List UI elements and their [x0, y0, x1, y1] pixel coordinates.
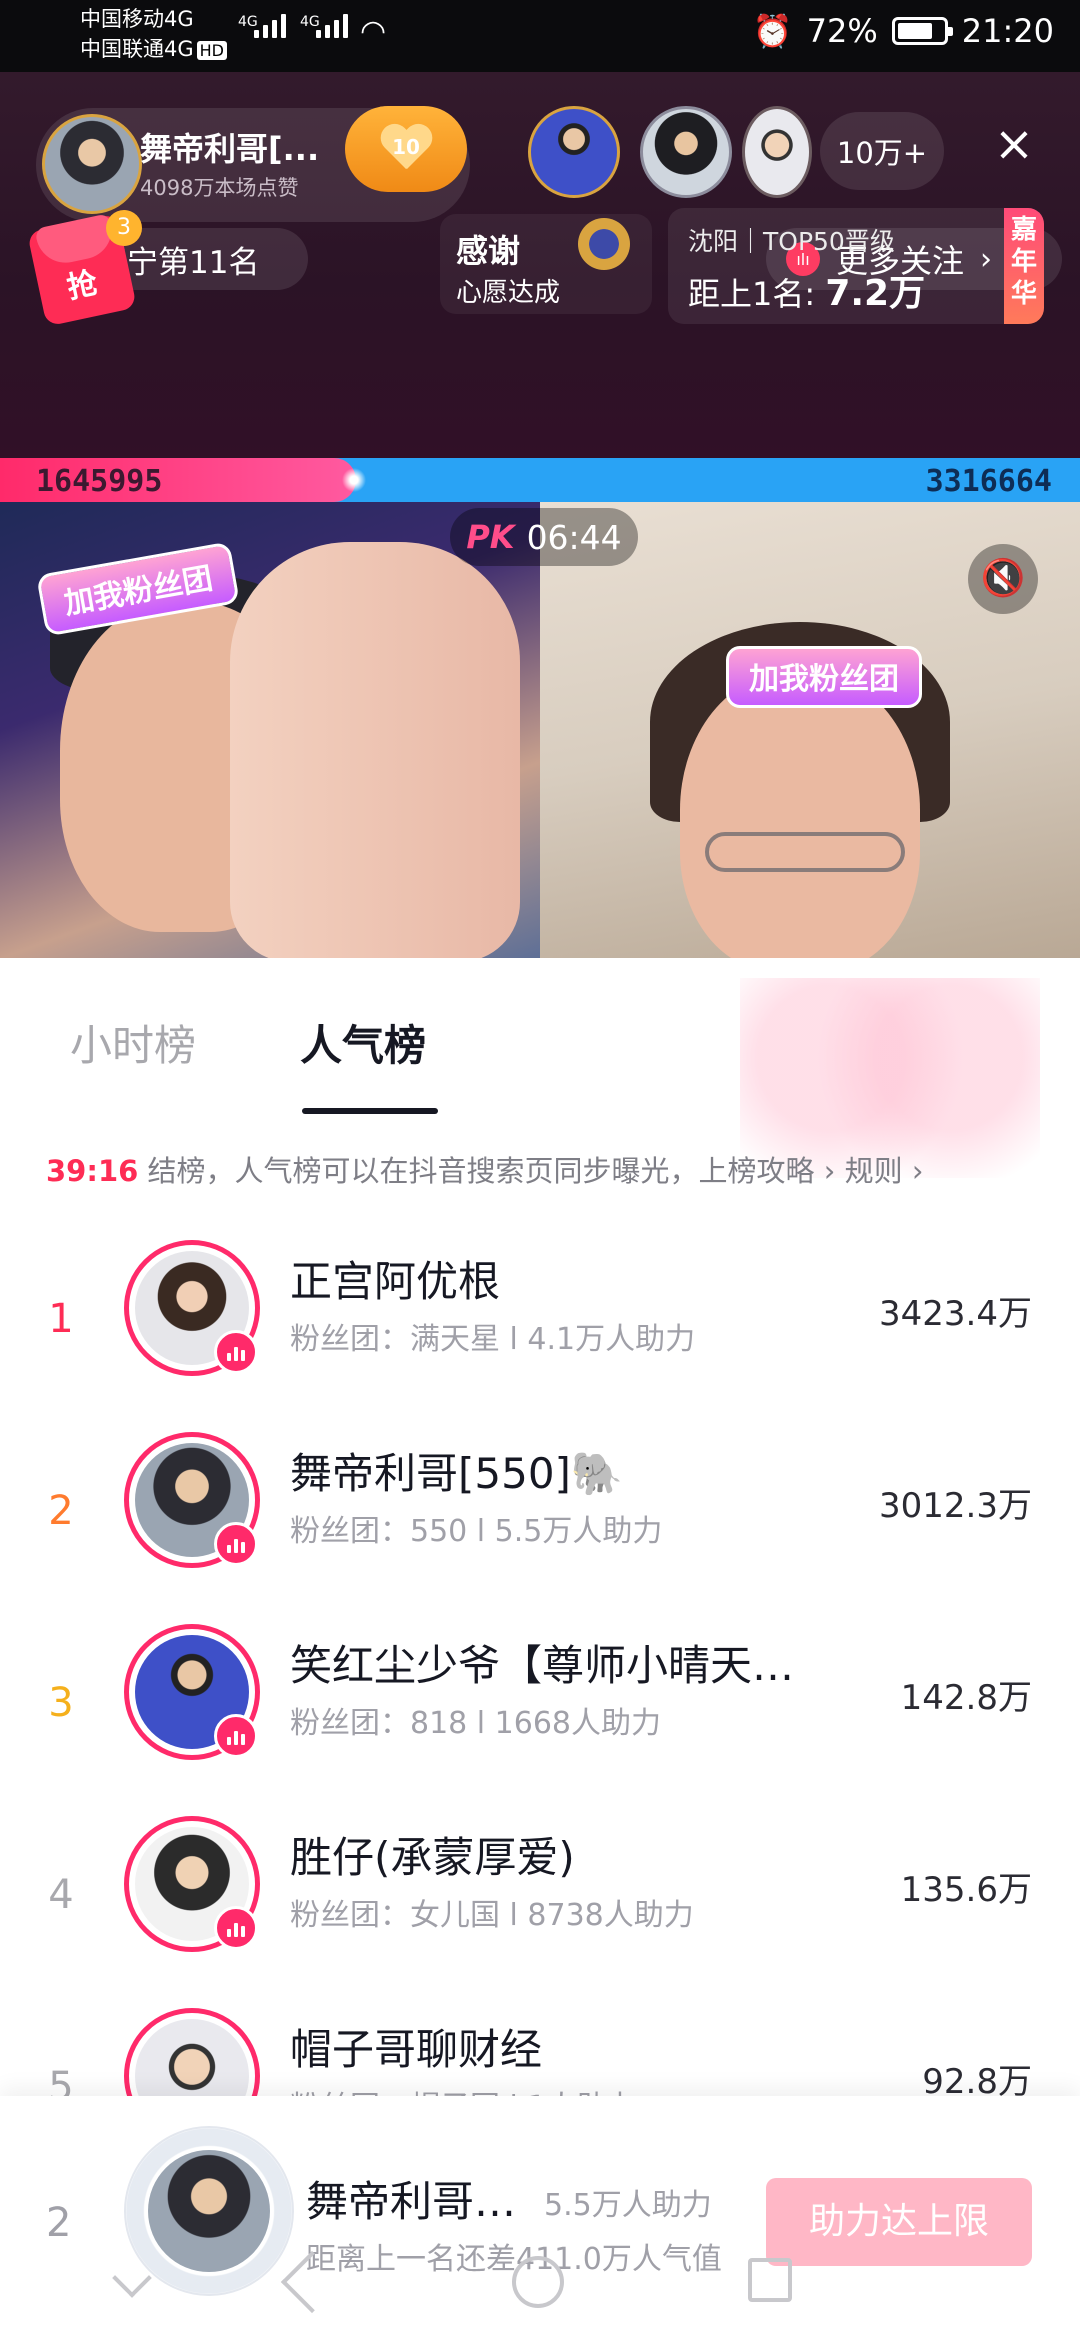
pk-score-bar: 1645995 3316664 — [0, 458, 1080, 502]
host-likes: 4098万本场点赞 — [140, 176, 299, 200]
close-icon[interactable]: × — [990, 120, 1038, 168]
live-bars-icon — [214, 1906, 258, 1950]
rank-number: 3 — [48, 1680, 74, 1726]
list-item[interactable]: 1 正宫阿优根 粉丝团：满天星 l 4.1万人助力 3423.4万 — [0, 1240, 1080, 1430]
popularity-score: 3012.3万 — [879, 1486, 1032, 1526]
join-fan-club-badge-right[interactable]: 加我粉丝团 — [726, 646, 922, 708]
fan-club-info: 粉丝团：550 l 5.5万人助力 — [290, 1514, 663, 1549]
live-bars-icon — [214, 1330, 258, 1374]
tab-underline — [302, 1108, 438, 1114]
signal-1-icon — [254, 14, 286, 38]
carrier-2: 中国联通4G HD — [80, 36, 227, 64]
battery-percent: 72% — [806, 12, 878, 50]
wish-card[interactable]: 感谢 心愿达成 — [440, 214, 652, 314]
rules-chevron-icon[interactable]: › — [912, 1154, 924, 1188]
home-icon[interactable] — [512, 2256, 564, 2308]
wish-title: 感谢 — [456, 232, 521, 270]
user-name: 胜仔(承蒙厚爱) — [290, 1833, 575, 1882]
top-viewer-3-avatar[interactable] — [742, 106, 812, 198]
pk-left-score: 1645995 — [36, 464, 163, 499]
notice-text: 结榜，人气榜可以在抖音搜索页同步曝光，上榜攻略 — [138, 1154, 824, 1188]
fan-club-button[interactable]: 10 — [345, 106, 467, 192]
host-name: 舞帝利哥[... — [140, 130, 320, 168]
rank-number: 2 — [48, 1488, 74, 1534]
mute-icon[interactable]: 🔇 — [968, 544, 1038, 614]
fan-club-info: 粉丝团：818 l 1668人助力 — [290, 1706, 662, 1741]
carrier-1: 中国移动4G — [80, 7, 194, 31]
city-gap: 距上1名: 7.2万 — [688, 273, 926, 314]
popularity-score: 142.8万 — [900, 1678, 1032, 1718]
my-help-count: 5.5万人助力 — [544, 2188, 712, 2223]
popularity-score: 3423.4万 — [879, 1294, 1032, 1334]
tab-hourly[interactable]: 小时榜 — [70, 1012, 196, 1073]
glasses — [705, 832, 905, 872]
recents-icon[interactable] — [748, 2258, 792, 2302]
signal-2-icon — [316, 14, 348, 38]
fan-club-info: 粉丝团：女儿国 l 8738人助力 — [290, 1898, 694, 1933]
user-name: 正宫阿优根 — [290, 1257, 501, 1306]
my-rank-number: 2 — [46, 2200, 72, 2246]
list-item[interactable]: 2 舞帝利哥[550]🐘 粉丝团：550 l 5.5万人助力 3012.3万 — [0, 1432, 1080, 1622]
medal-icon — [578, 218, 630, 270]
left-streamer-video[interactable]: 加我粉丝团 — [0, 502, 540, 958]
fan-level: 10 — [392, 135, 420, 159]
countdown: 39:16 — [46, 1154, 139, 1188]
live-bars-icon — [214, 1522, 258, 1566]
user-name: 帽子哥聊财经 — [290, 2025, 543, 2074]
user-name: 舞帝利哥[550]🐘 — [290, 1449, 624, 1498]
viewer-count[interactable]: 10万+ — [820, 112, 944, 190]
battery-icon — [891, 17, 953, 45]
pk-timer-value: 06:44 — [526, 517, 622, 557]
strategy-chevron-icon[interactable]: › — [824, 1154, 836, 1188]
city-rank-line: 沈阳｜TOP50晋级 — [688, 227, 895, 256]
system-nav-bar — [0, 2250, 1080, 2340]
popularity-score: 135.6万 — [900, 1870, 1032, 1910]
rules-link[interactable]: 规则 — [835, 1154, 911, 1188]
carnival-tag[interactable]: 嘉年华 — [1004, 208, 1044, 324]
pk-spark-icon — [342, 464, 366, 496]
pk-logo: PK — [466, 518, 515, 556]
wish-subtitle: 心愿达成 — [456, 278, 561, 308]
top-viewer-2-avatar[interactable] — [640, 106, 732, 198]
pk-right-score: 3316664 — [925, 464, 1052, 499]
red-packet-count: 3 — [106, 210, 142, 246]
back-icon[interactable] — [280, 2250, 344, 2314]
pk-timer: PK 06:44 — [450, 508, 638, 566]
host-avatar[interactable] — [42, 114, 142, 214]
user-name: 笑红尘少爷【尊师小晴天… — [290, 1641, 795, 1690]
ranking-notice: 39:16 结榜，人气榜可以在抖音搜索页同步曝光，上榜攻略 › 规则 › — [46, 1148, 923, 1190]
clock: 21:20 — [961, 12, 1054, 50]
wifi-icon: ◠ — [360, 14, 387, 49]
live-header: 舞帝利哥[... 4098万本场点赞 10 10万+ × 辽宁第11名 ılı … — [0, 72, 1080, 458]
rank-number: 4 — [48, 1872, 74, 1918]
rank-number: 1 — [48, 1296, 74, 1342]
city-rank-card[interactable]: 沈阳｜TOP50晋级 距上1名: 7.2万 嘉年华 — [668, 208, 1044, 324]
top-viewer-1-avatar[interactable] — [528, 106, 620, 198]
fan-club-info: 粉丝团：满天星 l 4.1万人助力 — [290, 1322, 696, 1357]
list-item[interactable]: 3 笑红尘少爷【尊师小晴天… 粉丝团：818 l 1668人助力 142.8万 — [0, 1624, 1080, 1814]
my-name: 舞帝利哥… — [306, 2177, 517, 2226]
tab-popular[interactable]: 人气榜 — [300, 1012, 426, 1073]
list-item[interactable]: 4 胜仔(承蒙厚爱) 粉丝团：女儿国 l 8738人助力 135.6万 — [0, 1816, 1080, 2006]
alarm-icon: ⏰ — [752, 12, 793, 50]
heart-icon: 10 — [379, 125, 433, 173]
live-bars-icon — [214, 1714, 258, 1758]
status-bar: 中国移动4G 中国联通4G HD 4G 4G ◠ ⏰ 72% 21:20 — [0, 0, 1080, 72]
hand-gesture — [230, 542, 520, 958]
red-packet-label: 抢 — [63, 265, 101, 307]
